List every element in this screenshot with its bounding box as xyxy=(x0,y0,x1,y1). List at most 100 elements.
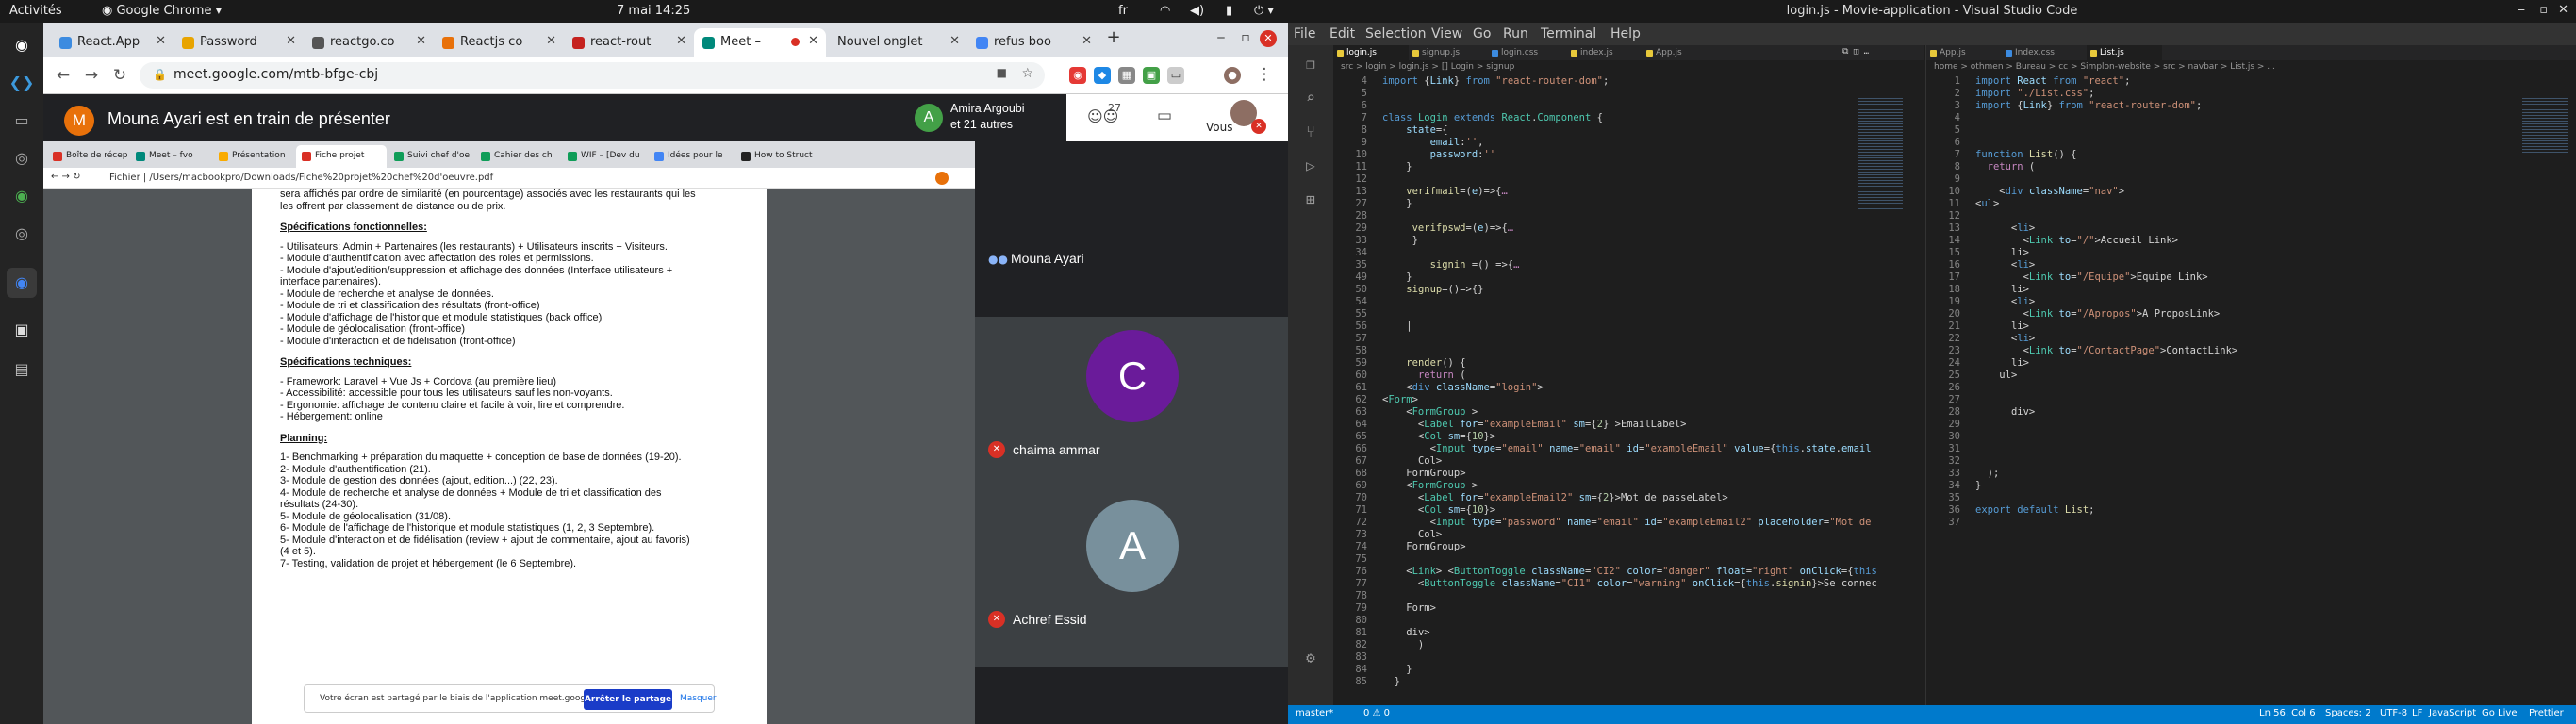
code-line[interactable]: 33 ); xyxy=(1926,468,2576,480)
tab-login-js[interactable]: login.js xyxy=(1333,45,1409,60)
profile-avatar[interactable]: ● xyxy=(1224,67,1241,84)
code-line[interactable]: 12 xyxy=(1333,173,1924,186)
new-tab-button[interactable]: + xyxy=(1103,27,1124,47)
search-icon[interactable]: ⌕ xyxy=(1299,89,1322,111)
omnibox[interactable]: 🔒 meet.google.com/mtb-bfge-cbj ☆ ■ xyxy=(140,62,1045,89)
code-line[interactable]: 5 xyxy=(1333,88,1924,100)
source-control-icon[interactable]: ⑂ xyxy=(1299,123,1322,145)
code-line[interactable]: 9 xyxy=(1926,173,2576,186)
code-line[interactable]: 59 render() { xyxy=(1333,357,1924,370)
menu-selection[interactable]: Selection xyxy=(1365,26,1427,41)
code-line[interactable]: 22 <li> xyxy=(1926,333,2576,345)
files-dock-icon-2[interactable]: ▤ xyxy=(7,354,37,385)
code-line[interactable]: 21 li> xyxy=(1926,321,2576,333)
explorer-icon[interactable]: ❐ xyxy=(1299,55,1322,77)
tab-app-js[interactable]: App.js xyxy=(1926,45,2002,60)
back-button[interactable]: ← xyxy=(53,66,74,85)
menu-help[interactable]: Help xyxy=(1610,26,1641,41)
app-dock-icon-2[interactable]: ◉ xyxy=(7,181,37,211)
code-line[interactable]: 54 xyxy=(1333,296,1924,308)
code-line[interactable]: 11 } xyxy=(1333,161,1924,173)
code-line[interactable]: 14 <Link to="/">Accueil Link> xyxy=(1926,235,2576,247)
menu-edit[interactable]: Edit xyxy=(1329,26,1355,41)
code-line[interactable]: 57 xyxy=(1333,333,1924,345)
code-line[interactable]: 79 Form> xyxy=(1333,602,1924,615)
code-line[interactable]: 63 <FormGroup > xyxy=(1333,406,1924,419)
participant-tile-presenter[interactable]: ●● Mouna Ayari xyxy=(975,141,1288,317)
settings-gear-icon[interactable]: ⚙ xyxy=(1299,649,1322,671)
code-line[interactable]: 7 function List() { xyxy=(1926,149,2576,161)
tab-close-icon[interactable]: ✕ xyxy=(676,34,686,48)
encoding[interactable]: UTF-8 xyxy=(2380,708,2407,718)
tab-react-router[interactable]: react-rout ✕ xyxy=(564,28,694,57)
tab-reactgo[interactable]: reactgo.co ✕ xyxy=(304,28,434,57)
tab-meet[interactable]: Meet – ✕ xyxy=(694,28,826,57)
code-line[interactable]: 74 FormGroup> xyxy=(1333,541,1924,553)
code-line[interactable]: 18 li> xyxy=(1926,284,2576,296)
code-editor-right[interactable]: 1 import React from "react"; 2 import "./Li… xyxy=(1926,75,2576,529)
extension-icon-3[interactable]: ▦ xyxy=(1118,67,1135,84)
code-line[interactable]: 37 xyxy=(1926,517,2576,529)
code-line[interactable]: 15 li> xyxy=(1926,247,2576,259)
tab-close-icon[interactable]: ✕ xyxy=(808,34,818,48)
code-line[interactable]: 80 xyxy=(1333,615,1924,627)
code-line[interactable]: 17 <Link to="/Equipe">Equipe Link> xyxy=(1926,272,2576,284)
extension-icon-5[interactable]: ▭ xyxy=(1167,67,1184,84)
code-line[interactable]: 82 ) xyxy=(1333,639,1924,651)
code-line[interactable]: 26 xyxy=(1926,382,2576,394)
code-line[interactable]: 4 xyxy=(1926,112,2576,124)
menu-file[interactable]: File xyxy=(1294,26,1315,41)
code-line[interactable]: 71 <Col sm={10}> xyxy=(1333,504,1924,517)
extension-icon-4[interactable]: ▣ xyxy=(1143,67,1160,84)
minimap[interactable] xyxy=(2522,98,2568,155)
tab-close-icon[interactable]: ✕ xyxy=(949,34,960,48)
vscode-dock-icon[interactable]: ❮❯ xyxy=(7,68,37,98)
code-line[interactable]: 56 | xyxy=(1333,321,1924,333)
code-line[interactable]: 11 <ul> xyxy=(1926,198,2576,210)
code-line[interactable]: 13 verifmail=(e)=>{… xyxy=(1333,186,1924,198)
menu-go[interactable]: Go xyxy=(1473,26,1491,41)
go-live-button[interactable]: Go Live xyxy=(2482,708,2517,718)
code-line[interactable]: 9 email:'', xyxy=(1333,137,1924,149)
code-line[interactable]: 62 <Form> xyxy=(1333,394,1924,406)
code-line[interactable]: 49 } xyxy=(1333,272,1924,284)
minimize-button[interactable]: ‒ xyxy=(2518,3,2525,17)
code-line[interactable]: 78 xyxy=(1333,590,1924,602)
tab-login-css[interactable]: login.css xyxy=(1488,45,1567,60)
code-line[interactable]: 31 xyxy=(1926,443,2576,455)
tab-list-js[interactable]: List.js xyxy=(2087,45,2162,60)
code-line[interactable]: 34} xyxy=(1926,480,2576,492)
code-line[interactable]: 69 <FormGroup > xyxy=(1333,480,1924,492)
tab-close-icon[interactable]: ✕ xyxy=(286,34,296,48)
code-line[interactable]: 20 <Link to="/Apropos">A ProposLink> xyxy=(1926,308,2576,321)
language-indicator[interactable]: fr xyxy=(1118,4,1128,18)
code-line[interactable]: 2 import "./List.css"; xyxy=(1926,88,2576,100)
code-line[interactable]: 28 xyxy=(1333,210,1924,222)
code-line[interactable]: 7 class Login extends React.Component { xyxy=(1333,112,1924,124)
code-line[interactable]: 85 } xyxy=(1333,676,1924,688)
code-line[interactable]: 58 xyxy=(1333,345,1924,357)
editor-actions-icons[interactable]: ⧉ ◫ … xyxy=(1842,47,1869,57)
forward-button[interactable]: → xyxy=(81,66,102,85)
menu-view[interactable]: View xyxy=(1431,26,1462,41)
hide-share-bar-link[interactable]: Masquer xyxy=(680,694,717,703)
code-editor-left[interactable]: 4 import {Link} from "react-router-dom"; 5… xyxy=(1333,75,1924,688)
code-line[interactable]: 19 <li> xyxy=(1926,296,2576,308)
code-line[interactable]: 16 <li> xyxy=(1926,259,2576,272)
wifi-icon[interactable]: ◠ xyxy=(1160,4,1170,18)
bookmark-star-icon[interactable]: ☆ xyxy=(1021,66,1033,81)
code-line[interactable]: 55 xyxy=(1333,308,1924,321)
code-line[interactable]: 50 signup=()=>{} xyxy=(1333,284,1924,296)
code-line[interactable]: 27 } xyxy=(1333,198,1924,210)
code-line[interactable]: 35 signin =() =>{… xyxy=(1333,259,1924,272)
code-line[interactable]: 76 <Link> <ButtonToggle className="CI2" … xyxy=(1333,566,1924,578)
battery-icon[interactable]: ▮ xyxy=(1226,4,1232,18)
stop-sharing-button[interactable]: Arrêter le partage xyxy=(584,689,672,710)
code-line[interactable]: 5 xyxy=(1926,124,2576,137)
camera-icon[interactable]: ■ xyxy=(997,66,1007,79)
breadcrumb[interactable]: src > login > login.js > [] Login > sign… xyxy=(1333,60,1924,74)
cursor-position[interactable]: Ln 56, Col 6 xyxy=(2259,708,2316,718)
code-line[interactable]: 8 return ( xyxy=(1926,161,2576,173)
activities-button[interactable]: Activités xyxy=(9,4,62,18)
code-line[interactable]: 6 xyxy=(1926,137,2576,149)
